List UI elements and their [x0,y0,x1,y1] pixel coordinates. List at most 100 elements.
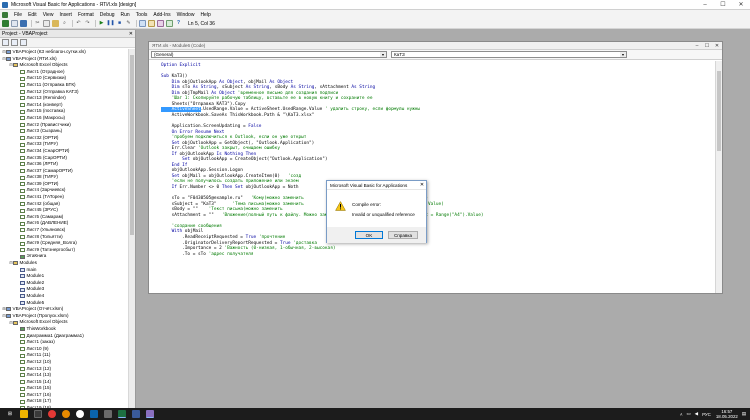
menu-item[interactable]: Debug [97,12,118,18]
file-explorer-icon[interactable] [20,410,28,418]
menu-item[interactable]: Tools [133,12,151,18]
menu-item[interactable]: View [40,12,57,18]
tree-item[interactable]: Лист33 (ТИРУ) [0,141,128,148]
dialog-close-icon[interactable]: ✕ [418,182,426,188]
excel-taskbar-icon[interactable] [118,410,126,418]
tree-item[interactable]: Лист11 (Отправка БТК) [0,82,128,89]
chrome-icon[interactable] [76,410,84,418]
notifications-icon[interactable]: ▤ [742,411,746,417]
maximize-button[interactable]: ☐ [714,0,732,10]
tree-item[interactable]: ⊟ Microsoft Excel Objects [0,62,128,69]
volume-icon[interactable]: ◀ [695,411,698,417]
tree-item[interactable]: ⊟ VBAProject (ЯТИ.xls) [0,56,128,63]
menu-item[interactable]: Help [197,12,213,18]
procedure-dropdown[interactable]: КаТЗ ▼ [391,51,627,58]
code-minimize-icon[interactable]: – [692,43,702,49]
tree-item[interactable]: Лист6 (ДАВЛЕНИЕ) [0,220,128,227]
paste-icon[interactable] [52,20,59,27]
start-windows-icon[interactable]: ⊞ [6,410,14,418]
view-code-icon[interactable] [2,39,9,46]
cut-icon[interactable]: ✂ [34,20,41,27]
break-icon[interactable]: ❚❚ [106,20,114,27]
save-icon[interactable] [20,20,27,27]
insert-module-icon[interactable] [11,20,18,27]
chevron-down-icon[interactable]: ▼ [620,52,626,57]
tree-item[interactable]: ⊟ Microsoft Excel Objects [0,319,128,326]
tree-item[interactable]: Module5 [0,300,128,307]
tree-item[interactable]: ЭтаКнига [0,253,128,260]
tree-item[interactable]: Лист16 (15) [0,385,128,392]
firefox-icon[interactable] [62,410,70,418]
minimize-button[interactable]: – [696,0,714,10]
tree-item[interactable]: Лист4 (Зарчиевск) [0,187,128,194]
tree-item[interactable]: ⊟ VBAProject (КЗ неблагон.сутки.xls) [0,49,128,56]
code-scroll-thumb[interactable] [717,71,721,151]
tree-item[interactable]: Лист8 (Тольятти) [0,234,128,241]
design-mode-icon[interactable]: ✎ [125,20,132,27]
tree-item[interactable]: Лист39 (ОРТИ) [0,181,128,188]
toolbox-icon[interactable] [166,20,173,27]
view-excel-icon[interactable] [2,20,9,27]
tree-item[interactable]: Лист3 (Сызрань) [0,128,128,135]
tree-item[interactable]: Лист9 (Татэнергосбыт) [0,247,128,254]
tree-item[interactable]: Лист14 (13) [0,372,128,379]
tree-item[interactable]: Лист45 (ЗРУС) [0,207,128,214]
tree-item[interactable]: Лист1 (Отрадное) [0,69,128,76]
run-icon[interactable]: ▶ [98,20,105,27]
redo-icon[interactable]: ↷ [84,20,91,27]
tree-item[interactable]: Лист10 (Сервизки) [0,75,128,82]
outlook-icon[interactable] [90,410,98,418]
tree-item[interactable]: Лист42 (общая) [0,201,128,208]
ok-button[interactable]: OK [355,231,383,239]
tree-item[interactable]: Лист2 (Правистчики) [0,122,128,129]
close-button[interactable]: ✕ [732,0,750,10]
tree-item[interactable]: Module2 [0,280,128,287]
tree-item[interactable]: ⊞ VBAProject (Отчёт.xlsm) [0,306,128,313]
tree-item[interactable]: Лист5 (Самарам) [0,214,128,221]
tree-item[interactable]: Лист10 (9) [0,346,128,353]
properties-icon[interactable] [148,20,155,27]
tree-item[interactable]: Лист35 (СарОРТИ) [0,155,128,162]
menu-item[interactable]: Add-Ins [150,12,173,18]
tree-item[interactable]: Диаграмма1 (Диаграмма1) [0,333,128,340]
app-icon[interactable] [104,410,112,418]
tree-item[interactable]: main [0,267,128,274]
code-scrollbar[interactable] [715,61,722,293]
toggle-folders-icon[interactable] [20,39,27,46]
tree-item[interactable]: ⊟ Modules [0,260,128,267]
tree-item[interactable]: Лист13 (12) [0,366,128,373]
menu-item[interactable]: File [11,12,25,18]
tree-item[interactable]: Лист13 (Reminder) [0,95,128,102]
tree-item[interactable]: Module3 [0,286,128,293]
input-language[interactable]: РУС [702,412,711,417]
menu-item[interactable]: Run [118,12,133,18]
help-button[interactable]: Справка [388,231,418,239]
code-editor[interactable]: Option Explicit Sub КаТЗ() Dim objOutlook… [149,61,715,293]
tree-item[interactable]: Лист41 (ТАТорен) [0,194,128,201]
chevron-down-icon[interactable]: ▼ [380,52,386,57]
tree-item[interactable]: Лист38 (ТИРУ) [0,174,128,181]
tree-item[interactable]: Module4 [0,293,128,300]
find-icon[interactable]: ⌕ [61,20,68,27]
view-object-icon[interactable] [11,39,18,46]
tree-item[interactable]: Лист18 (17) [0,398,128,405]
tree-item[interactable]: Лист11 (11) [0,352,128,359]
code-maximize-icon[interactable]: ☐ [702,43,712,49]
clock[interactable]: 16:57 18.05.2022 [716,409,738,419]
tree-item[interactable]: Лист16 (Макросы) [0,115,128,122]
excel-icon[interactable] [2,11,8,18]
tree-item[interactable]: Лист36 (ЛРТИ) [0,161,128,168]
help-icon[interactable]: ? [175,20,182,27]
code-close-icon[interactable]: ✕ [712,43,722,49]
tree-item[interactable]: Лист12 (Отправка КАТЗ) [0,89,128,96]
tree-item[interactable]: Лист17 (16) [0,392,128,399]
menu-item[interactable]: Window [174,12,198,18]
tree-item[interactable]: Module1 [0,273,128,280]
tree-item[interactable]: Лист7 (Ульяновск) [0,227,128,234]
object-browser-icon[interactable] [157,20,164,27]
reset-icon[interactable]: ■ [116,20,123,27]
tree-item[interactable]: Лист37 (СамарОРТИ) [0,168,128,175]
tree-item[interactable]: Лист12 (10) [0,359,128,366]
undo-icon[interactable]: ↶ [75,20,82,27]
menu-item[interactable]: Insert [56,12,75,18]
